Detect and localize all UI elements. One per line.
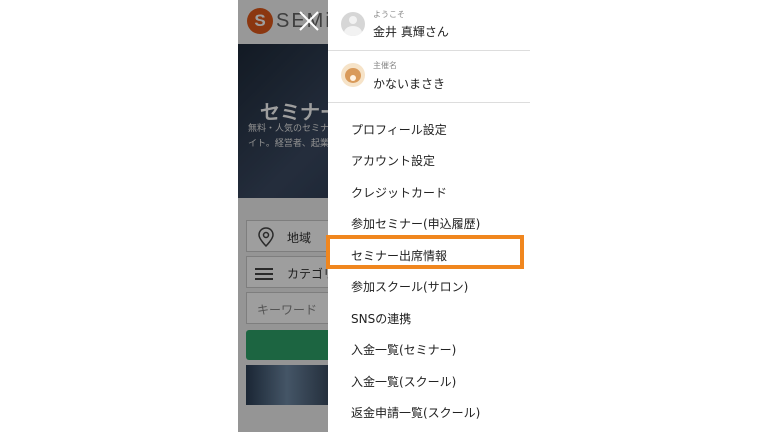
organizer-name: かないまさき <box>373 77 446 91</box>
highlight-box <box>326 235 524 269</box>
menu-profile-settings[interactable]: プロフィール設定 <box>351 121 447 138</box>
menu-payments-seminar[interactable]: 入金一覧(セミナー) <box>351 341 456 358</box>
user-profile[interactable]: ようこそ 金井 真輝さん <box>328 0 530 51</box>
menu-sns-link[interactable]: SNSの連携 <box>351 310 411 327</box>
user-name: 金井 真輝さん <box>373 25 449 39</box>
menu-joined-schools[interactable]: 参加スクール(サロン) <box>351 278 468 295</box>
dog-avatar-icon <box>341 63 365 87</box>
menu-payments-school[interactable]: 入金一覧(スクール) <box>351 373 456 390</box>
user-avatar-icon <box>341 12 365 36</box>
organizer-label: 主催名 <box>373 61 397 70</box>
greeting-label: ようこそ <box>373 10 405 19</box>
organizer-profile[interactable]: 主催名 かないまさき <box>328 51 530 103</box>
phone-screen: S SEMi セミナー 無料・人気のセミナ イト。経営者、起業 地域 カテゴリ … <box>238 0 530 432</box>
side-drawer: ようこそ 金井 真輝さん 主催名 かないまさき プロフィール設定 アカウント設定… <box>328 0 530 432</box>
menu-refund-requests[interactable]: 返金申請一覧(スクール) <box>351 404 480 421</box>
menu-credit-card[interactable]: クレジットカード <box>351 184 447 201</box>
close-icon[interactable] <box>296 8 322 34</box>
menu-joined-seminars[interactable]: 参加セミナー(申込履歴) <box>351 215 480 232</box>
menu-account-settings[interactable]: アカウント設定 <box>351 152 435 169</box>
